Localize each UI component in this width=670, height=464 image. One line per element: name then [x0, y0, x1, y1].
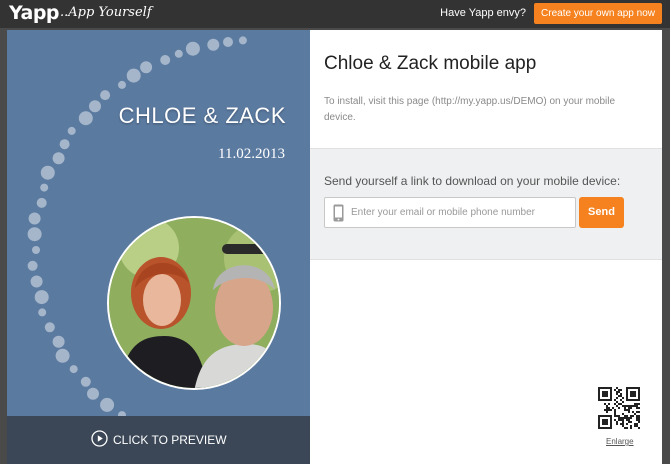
couple-names: CHLOE & ZACK — [118, 103, 286, 128]
yapp-logo[interactable]: Yapp — [9, 2, 60, 24]
play-icon — [91, 430, 108, 447]
event-date: 11.02.2013 — [218, 146, 285, 162]
tagline: ..App Yourself — [60, 5, 152, 20]
frame-edge — [662, 30, 670, 464]
email-or-phone-input[interactable] — [351, 198, 573, 227]
invitation-panel: CHLOE & ZACK 11.02.2013 CLICK TO PREVIEW — [7, 30, 310, 464]
top-bar: Yapp ..App Yourself Have Yapp envy? Crea… — [0, 0, 670, 28]
enlarge-link[interactable]: Enlarge — [606, 437, 634, 446]
send-button[interactable]: Send — [579, 197, 624, 228]
preview-label: CLICK TO PREVIEW — [113, 433, 227, 447]
phone-icon — [333, 204, 344, 222]
send-link-section: Send yourself a link to download on your… — [310, 148, 662, 260]
send-heading: Send yourself a link to download on your… — [324, 174, 621, 188]
qr-code-icon[interactable] — [598, 387, 640, 429]
app-info-panel: Chloe & Zack mobile app To install, visi… — [310, 30, 662, 464]
couple-photo — [107, 216, 281, 390]
contact-input-wrapper — [324, 197, 576, 228]
install-instructions: To install, visit this page (http://my.y… — [324, 96, 616, 123]
click-to-preview-button[interactable]: CLICK TO PREVIEW — [7, 416, 310, 464]
create-app-button[interactable]: Create your own app now — [534, 3, 662, 24]
envy-text: Have Yapp envy? — [440, 7, 526, 19]
app-title: Chloe & Zack mobile app — [324, 53, 537, 74]
